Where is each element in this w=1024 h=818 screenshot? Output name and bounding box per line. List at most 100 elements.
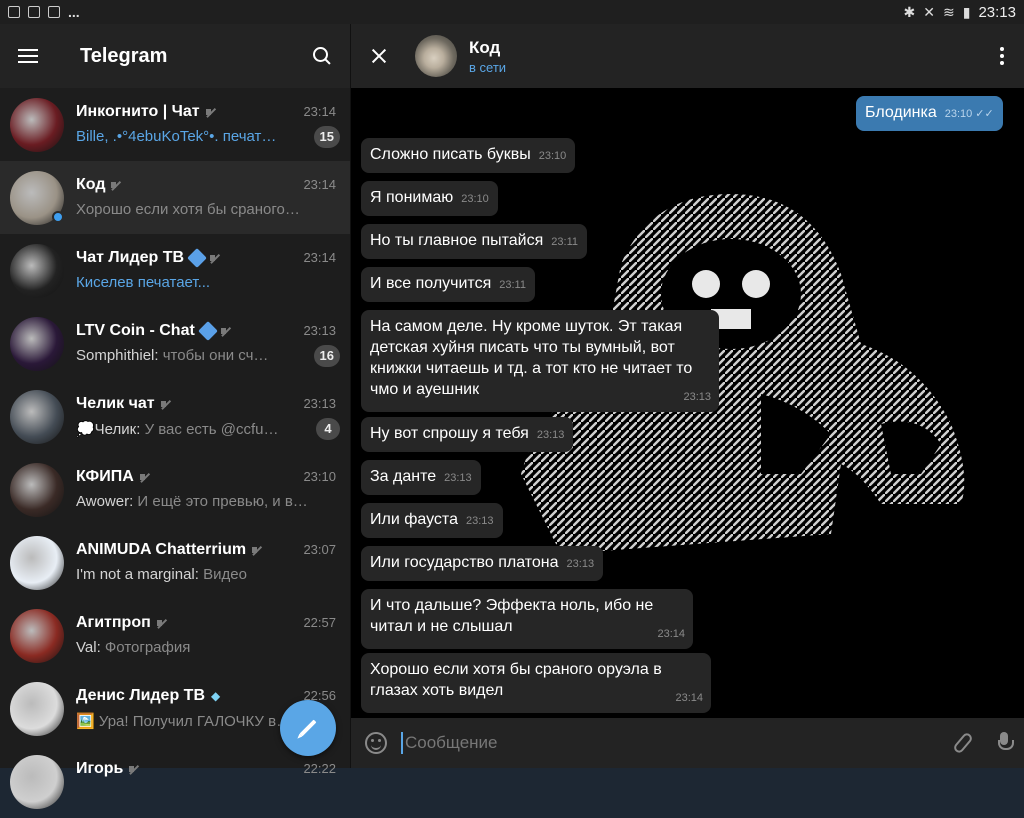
chat-list-item[interactable]: ANIMUDA Chatterrium 23:07 I'm not a margin… [0,526,350,599]
chat-list-item-header: Агитпроп 22:57 [76,612,340,634]
chat-list-item-body: Инкогнито | Чат 23:14 Bille, .•°4ebuKoTek°… [76,101,340,149]
close-icon[interactable] [371,48,387,64]
chat-list-item[interactable]: Челик чат 23:13 💭Челик: У вас есть @ccfu… 4 [0,380,350,453]
incoming-message[interactable]: Но ты главное пытайся 23:11 [361,224,587,259]
chat-list-item-preview-row: Киселев печатает... [76,271,340,295]
chat-list-item-preview-row [76,782,340,806]
chat-list-item-header: КФИПА 23:10 [76,466,340,488]
preview-text: У вас есть @ccfu… [144,420,279,438]
chat-list-item-preview-row: Val: Фотография [76,636,340,660]
incoming-message[interactable]: На самом деле. Ну кроме шуток. Эт такая … [361,310,719,412]
chat-list-item[interactable]: КФИПА 23:10 Awower: И ещё это превью, и в… [0,453,350,526]
message-text: Или фауста [370,511,458,528]
incoming-message[interactable]: Ну вот спрошу я тебя 23:13 [361,417,574,452]
conversation-panel: Код в сети Блодинка 23:10 ✓✓ Сложно писать … [351,24,1024,768]
status-bar-notifications: ... [8,4,80,20]
chat-list-item-header: Чат Лидер ТВ 23:14 [76,247,340,269]
unread-count-badge: 15 [313,125,340,148]
chat-name: Чат Лидер ТВ [76,248,185,266]
avatar [10,608,64,663]
message-time: 23:10 [944,108,973,120]
preview-sender: Somphithiel: [76,347,163,364]
preview-sender: I'm not a marginal: [76,566,204,583]
incoming-message[interactable]: За данте 23:13 [361,460,481,495]
chat-list-item[interactable]: LTV Coin - Chat 23:13 Somphithiel: чтобы о… [0,307,350,380]
outgoing-message[interactable]: Блодинка 23:10 ✓✓ [856,96,1003,131]
search-icon[interactable] [312,46,332,66]
message-time: 23:10 [538,150,567,162]
hamburger-menu-icon[interactable] [18,49,38,63]
avatar[interactable] [415,35,457,77]
more-options-icon[interactable] [1000,47,1004,65]
chat-name: ANIMUDA Chatterrium [76,540,247,558]
muted-icon [111,180,121,190]
avatar [10,462,64,517]
message-time: 23:14 [675,692,703,704]
incoming-message[interactable]: Я понимаю 23:10 [361,181,498,216]
chat-time: 23:14 [303,177,336,192]
chat-header-info[interactable]: Код в сети [469,38,1000,75]
muted-icon [220,326,231,336]
chat-name: Челик чат [76,394,155,412]
avatar [10,316,64,371]
compose-button[interactable] [280,700,336,756]
verified-icon [187,247,207,268]
muted-icon [210,253,220,263]
chat-preview: Bille, .•°4ebuKoTek°•. печат… [76,128,308,145]
bluetooth-icon: ✱ [903,3,916,20]
online-indicator [52,210,64,223]
unread-count-badge: 4 [316,417,340,440]
muted-icon [252,545,262,555]
incoming-message[interactable]: И что дальше? Эффекта ноль, ибо не читал… [361,589,693,649]
chat-list-item[interactable]: Чат Лидер ТВ 23:14 Киселев печатает... [0,234,350,307]
muted-icon [205,107,216,117]
avatar [10,535,64,590]
emoji-icon[interactable] [365,732,387,754]
chat-list-item[interactable]: Инкогнито | Чат 23:14 Bille, .•°4ebuKoTek°… [0,88,350,161]
chat-header: Код в сети [351,24,1024,88]
message-time: 23:13 [683,391,711,403]
chat-list-item-header: Челик чат 23:13 [76,393,340,415]
preview-text: Хорошо если хотя бы сраного… [76,201,300,218]
status-bar-system: ✱ ✕ ≋ ▮ 23:13 [904,4,1016,21]
chat-list-item[interactable]: Код 23:14 Хорошо если хотя бы сраного… [0,161,350,234]
chat-name: КФИПА [76,467,134,485]
avatar [10,389,64,444]
chat-name: Код [76,175,106,193]
incoming-message[interactable]: Или государство платона 23:13 [361,546,604,581]
chat-list-item-preview-row: Хорошо если хотя бы сраного… [76,198,340,222]
microphone-icon[interactable] [998,732,1014,754]
chat-name: Игорь [76,759,124,777]
avatar [10,170,64,225]
chat-title-text: Код [469,37,501,57]
incoming-message[interactable]: Или фауста 23:13 [361,503,503,538]
incoming-message[interactable]: Хорошо если хотя бы сраного оруэла в гла… [361,653,711,713]
avatar [10,97,64,152]
preview-text: 🖼️ Ура! Получил ГАЛОЧКУ в… [76,712,292,730]
message-input[interactable]: Сообщение [401,732,958,754]
incoming-message[interactable]: Сложно писать буквы 23:10 [361,138,576,173]
chat-list-item-body: Игорь 22:22 [76,758,340,806]
chat-status: в сети [469,59,507,75]
chat-list-panel: Telegram Инкогнито | Чат 23:14 Bille, .•°4… [0,24,350,809]
message-text: Ну вот спрошу я тебя [370,425,529,442]
battery-icon: ▮ [962,3,971,20]
message-text: Или государство платона [370,554,559,571]
preview-sender: Val: [76,639,105,656]
chat-time: 22:22 [303,761,336,776]
chat-list-item[interactable]: Игорь 22:22 [0,745,350,818]
incoming-message[interactable]: И все получится 23:11 [361,267,535,302]
preview-sender: 💭Челик: [76,420,145,438]
chat-list-item-header: ANIMUDA Chatterrium 23:07 [76,539,340,561]
chat-list-item-body: КФИПА 23:10 Awower: И ещё это превью, и в… [76,466,340,514]
preview-sender: Awower: [76,493,138,510]
preview-text: Видео [203,566,247,583]
avatar [10,243,64,298]
message-text: Хорошо если хотя бы сраного оруэла в гла… [370,661,662,699]
chat-list-item-body: LTV Coin - Chat 23:13 Somphithiel: чтобы о… [76,320,340,368]
preview-text: Фотография [104,639,191,656]
chat-time: 23:07 [303,542,336,557]
chat-list-item[interactable]: Агитпроп 22:57 Val: Фотография [0,599,350,672]
message-text: За данте [370,468,437,485]
muted-icon [160,399,171,409]
